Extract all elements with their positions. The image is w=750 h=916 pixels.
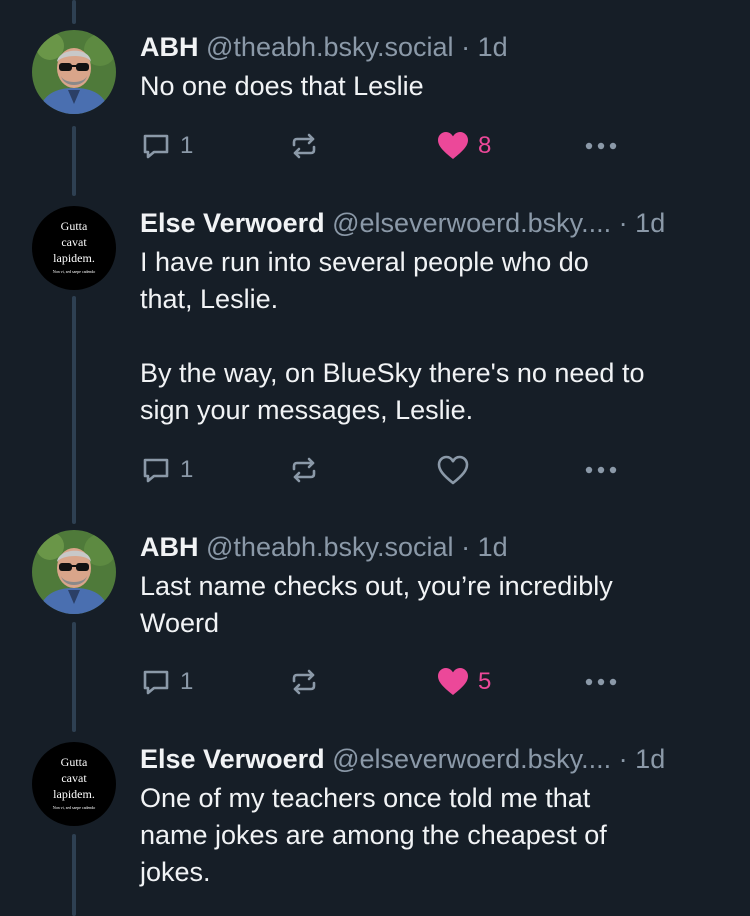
- photo-avatar-image: [32, 30, 116, 114]
- reply-count: 1: [180, 668, 194, 695]
- ellipsis-icon: [585, 466, 617, 474]
- post-time[interactable]: 1d: [635, 744, 665, 774]
- post-text: I have run into several people who do th…: [140, 244, 726, 429]
- like-button[interactable]: 5: [436, 666, 491, 698]
- more-options-button[interactable]: [584, 141, 618, 151]
- post-text-line: name jokes are among the cheapest of: [140, 820, 607, 850]
- post-text-line: I have run into several people who do: [140, 247, 589, 277]
- thread-line: [72, 834, 76, 916]
- avatar[interactable]: [32, 30, 116, 114]
- avatar[interactable]: [32, 530, 116, 614]
- post-text-line: jokes.: [140, 857, 211, 887]
- thread-feed: ABH @theabh.bsky.social · 1d No one does…: [0, 0, 750, 916]
- post-text: Last name checks out, you’re incredibly …: [140, 568, 726, 642]
- reply-count: 1: [180, 132, 194, 159]
- like-button[interactable]: 8: [436, 130, 491, 162]
- author-name[interactable]: ABH: [140, 32, 199, 62]
- post-text-line: Last name checks out, you’re incredibly: [140, 571, 613, 601]
- author-handle[interactable]: @elseverwoerd.bsky....: [332, 208, 611, 238]
- avatar[interactable]: Gutta cavat lapidem. Non vi, sed saepe c…: [32, 206, 116, 290]
- author-name[interactable]: Else Verwoerd: [140, 208, 325, 238]
- text-avatar-line: cavat: [61, 235, 87, 249]
- text-avatar-line: Gutta: [61, 219, 88, 233]
- post-header: Else Verwoerd @elseverwoerd.bsky.... · 1…: [140, 742, 726, 776]
- post-actions: 1 5: [140, 662, 620, 702]
- reply-button[interactable]: 1: [140, 130, 193, 162]
- post-text-line: [140, 318, 726, 355]
- like-count: 8: [478, 132, 492, 159]
- post-header: ABH @theabh.bsky.social · 1d: [140, 30, 726, 64]
- post-time[interactable]: 1d: [478, 32, 508, 62]
- ellipsis-icon: [585, 678, 617, 686]
- post-time[interactable]: 1d: [635, 208, 665, 238]
- ellipsis-icon: [585, 142, 617, 150]
- more-options-button[interactable]: [584, 677, 618, 687]
- reply-icon: [143, 458, 169, 483]
- post-actions: 1: [140, 450, 620, 490]
- separator-dot: ·: [618, 208, 628, 238]
- reply-count: 1: [180, 456, 194, 483]
- post-text: No one does that Leslie: [140, 68, 726, 105]
- repost-icon: [292, 669, 316, 695]
- repost-button[interactable]: [288, 666, 320, 698]
- text-avatar-image: Gutta cavat lapidem. Non vi, sed saepe c…: [32, 206, 116, 290]
- post-text-line: By the way, on BlueSky there's no need t…: [140, 358, 645, 388]
- text-avatar-line: lapidem.: [53, 251, 95, 265]
- author-handle[interactable]: @theabh.bsky.social: [206, 532, 454, 562]
- like-count: 5: [478, 668, 492, 695]
- heart-filled-icon: [438, 668, 468, 695]
- repost-button[interactable]: [288, 454, 320, 486]
- author-handle[interactable]: @elseverwoerd.bsky....: [332, 744, 611, 774]
- post-text-line: Woerd: [140, 608, 220, 638]
- separator-dot: ·: [461, 532, 471, 562]
- photo-avatar-image: [32, 530, 116, 614]
- post-time[interactable]: 1d: [478, 532, 508, 562]
- reply-icon: [143, 134, 169, 159]
- text-avatar-line: lapidem.: [53, 787, 95, 801]
- avatar[interactable]: Gutta cavat lapidem. Non vi, sed saepe c…: [32, 742, 116, 826]
- post-text: One of my teachers once told me that nam…: [140, 780, 726, 891]
- like-button[interactable]: [436, 454, 478, 486]
- thread-line: [72, 296, 76, 524]
- post-text-line: that, Leslie.: [140, 284, 279, 314]
- post-text-line: No one does that Leslie: [140, 71, 424, 101]
- repost-button[interactable]: [288, 130, 320, 162]
- post-actions: 1 8: [140, 126, 620, 166]
- author-name[interactable]: Else Verwoerd: [140, 744, 325, 774]
- repost-icon: [292, 133, 316, 159]
- text-avatar-image: Gutta cavat lapidem. Non vi, sed saepe c…: [32, 742, 116, 826]
- separator-dot: ·: [461, 32, 471, 62]
- text-avatar-line: Gutta: [61, 755, 88, 769]
- heart-outline-icon: [437, 455, 469, 485]
- text-avatar-line: cavat: [61, 771, 87, 785]
- reply-button[interactable]: 1: [140, 666, 193, 698]
- thread-line: [72, 0, 76, 24]
- reply-icon: [143, 670, 169, 695]
- separator-dot: ·: [618, 744, 628, 774]
- post-header: ABH @theabh.bsky.social · 1d: [140, 530, 726, 564]
- post-text-line: One of my teachers once told me that: [140, 783, 591, 813]
- post-text-line: sign your messages, Leslie.: [140, 395, 474, 425]
- heart-filled-icon: [438, 132, 468, 159]
- thread-line: [72, 622, 76, 732]
- more-options-button[interactable]: [584, 465, 618, 475]
- repost-icon: [292, 457, 316, 483]
- thread-line: [72, 126, 76, 196]
- author-handle[interactable]: @theabh.bsky.social: [206, 32, 454, 62]
- reply-button[interactable]: 1: [140, 454, 193, 486]
- author-name[interactable]: ABH: [140, 532, 199, 562]
- post-header: Else Verwoerd @elseverwoerd.bsky.... · 1…: [140, 206, 726, 240]
